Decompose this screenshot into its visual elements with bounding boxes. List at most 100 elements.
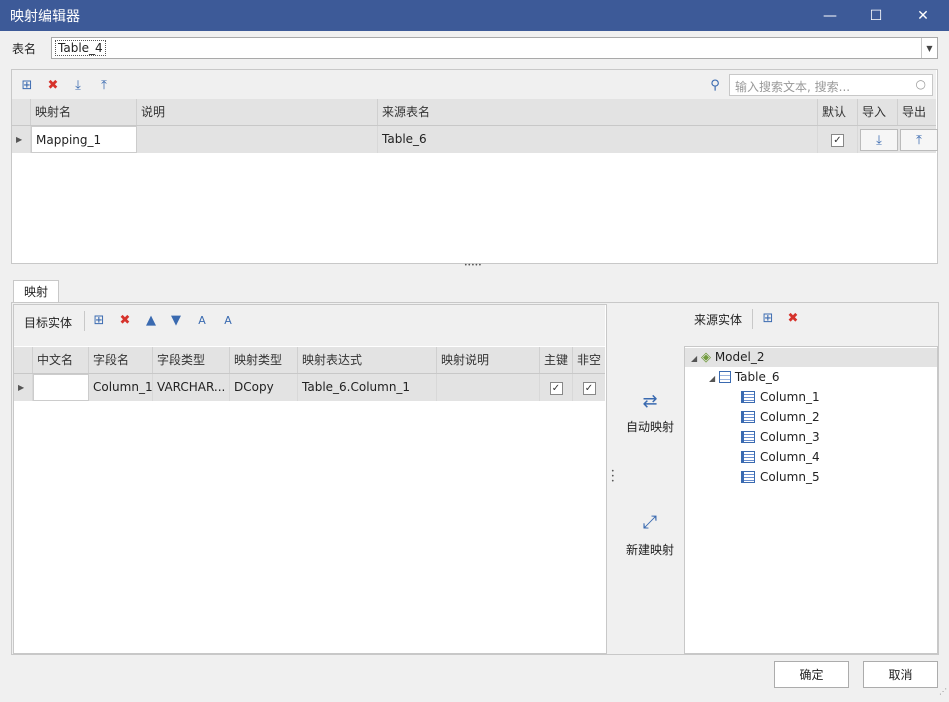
- add-field-icon[interactable]: ⊞: [90, 311, 108, 329]
- cell-mapping-name[interactable]: Mapping_1: [31, 126, 137, 153]
- toolbar-divider: [84, 311, 85, 331]
- header-map-desc[interactable]: 映射说明: [437, 347, 540, 373]
- cell-default[interactable]: ✓: [818, 126, 858, 153]
- header-map-type[interactable]: 映射类型: [230, 347, 298, 373]
- close-icon[interactable]: ✕: [900, 0, 946, 31]
- header-field-name[interactable]: 字段名: [89, 347, 153, 373]
- minimize-icon[interactable]: —: [807, 0, 853, 31]
- column-icon: [741, 391, 755, 403]
- tree-expand-icon[interactable]: ◢: [709, 374, 715, 383]
- cancel-button[interactable]: 取消: [863, 661, 938, 688]
- header-source-table[interactable]: 来源表名: [378, 99, 818, 125]
- ok-button[interactable]: 确定: [774, 661, 849, 688]
- model-cube-icon: ◈: [700, 350, 711, 365]
- table-row[interactable]: ▶ Column_1 VARCHAR... DCopy Table_6.Colu…: [14, 374, 605, 401]
- row-export-button[interactable]: ⤒: [900, 129, 938, 151]
- splitter-handle[interactable]: •••••: [464, 262, 482, 269]
- chevron-down-icon[interactable]: ▼: [921, 38, 937, 58]
- cell-not-null[interactable]: ✓: [573, 374, 605, 401]
- table-name-label: 表名: [12, 42, 37, 56]
- header-map-expr[interactable]: 映射表达式: [298, 347, 437, 373]
- delete-field-icon[interactable]: ✖: [116, 311, 134, 329]
- tree-item-column[interactable]: Column_1: [741, 390, 820, 404]
- vertical-splitter-handle[interactable]: • • •: [611, 469, 615, 485]
- row-indicator-header: [12, 99, 31, 125]
- column-label: Column_3: [760, 430, 820, 444]
- name-to-field-icon[interactable]: A: [219, 311, 237, 329]
- header-field-type[interactable]: 字段类型: [153, 347, 230, 373]
- tree-expand-icon[interactable]: ◢: [691, 354, 697, 363]
- header-import[interactable]: 导入: [858, 99, 898, 125]
- header-mapping-name[interactable]: 映射名: [31, 99, 137, 125]
- cell-description[interactable]: [137, 126, 378, 153]
- search-icon[interactable]: ○: [916, 77, 926, 91]
- search-input[interactable]: 输入搜索文本, 搜索... ○: [729, 74, 933, 96]
- auto-map-button[interactable]: ⇄ 自动映射: [625, 390, 675, 435]
- tree-item-column[interactable]: Column_4: [741, 450, 820, 464]
- maximize-icon[interactable]: ☐: [853, 0, 899, 31]
- table-icon: [718, 371, 731, 383]
- toolbar-divider: [752, 309, 753, 329]
- tree-item-column[interactable]: Column_3: [741, 430, 820, 444]
- column-label: Column_1: [760, 390, 820, 404]
- header-description[interactable]: 说明: [137, 99, 378, 125]
- table-name-value: Table_4: [55, 40, 106, 56]
- mapping-grid-header: 映射名 说明 来源表名 默认 导入 导出: [12, 99, 936, 126]
- source-tree: ◢ ◈ Model_2 ◢ Table_6 Column_1 Column_2 …: [684, 346, 938, 654]
- cell-field-type[interactable]: VARCHAR...: [153, 374, 230, 401]
- add-source-icon[interactable]: ⊞: [759, 309, 777, 327]
- column-label: Column_4: [760, 450, 820, 464]
- source-entity-label: 来源实体: [694, 313, 743, 327]
- header-export[interactable]: 导出: [898, 99, 936, 125]
- move-up-icon[interactable]: ▲: [142, 311, 160, 329]
- tree-item-column[interactable]: Column_2: [741, 410, 820, 424]
- window-title: 映射编辑器: [10, 9, 80, 25]
- target-grid-header: 中文名 字段名 字段类型 映射类型 映射表达式 映射说明 主键 非空: [14, 347, 605, 374]
- primary-key-checkbox[interactable]: ✓: [549, 382, 563, 395]
- target-entity-label: 目标实体: [24, 316, 73, 330]
- remove-source-icon[interactable]: ✖: [784, 309, 802, 327]
- header-primary-key[interactable]: 主键: [540, 347, 573, 373]
- cell-source-table[interactable]: Table_6: [378, 126, 818, 153]
- tree-item-model[interactable]: ◢ ◈ Model_2: [691, 350, 764, 365]
- header-not-null[interactable]: 非空: [573, 347, 605, 373]
- import-icon[interactable]: ⤓: [69, 76, 87, 94]
- cell-map-type[interactable]: DCopy: [230, 374, 298, 401]
- cell-map-desc[interactable]: [437, 374, 540, 401]
- delete-mapping-icon[interactable]: ✖: [44, 76, 62, 94]
- new-map-button[interactable]: ⤢ 新建映射: [625, 511, 675, 558]
- row-selector-icon[interactable]: ▶: [14, 374, 33, 401]
- table-row[interactable]: ▶ Mapping_1 Table_6 ✓ ⤓ ⤒: [12, 126, 938, 153]
- cell-cn-name[interactable]: [33, 374, 89, 401]
- tree-item-table[interactable]: ◢ Table_6: [709, 370, 779, 384]
- cell-map-expr[interactable]: Table_6.Column_1: [298, 374, 437, 401]
- row-import-button[interactable]: ⤓: [860, 129, 898, 151]
- tab-mapping[interactable]: 映射: [13, 280, 59, 304]
- auto-map-label: 自动映射: [625, 420, 674, 434]
- resize-grip-icon[interactable]: ⋰: [939, 688, 947, 696]
- not-null-checkbox[interactable]: ✓: [582, 382, 596, 395]
- move-down-icon[interactable]: ▼: [167, 311, 185, 329]
- row-selector-icon[interactable]: ▶: [12, 126, 31, 153]
- header-default[interactable]: 默认: [818, 99, 858, 125]
- new-map-label: 新建映射: [625, 543, 674, 557]
- tree-item-column[interactable]: Column_5: [741, 470, 820, 484]
- model-label: Model_2: [714, 350, 765, 364]
- column-icon: [741, 431, 755, 443]
- table-name-combo[interactable]: Table_4 ▼: [51, 37, 938, 59]
- add-mapping-icon[interactable]: ⊞: [18, 76, 36, 94]
- title-bar: 映射编辑器 — ☐ ✕: [0, 0, 949, 31]
- column-icon: [741, 451, 755, 463]
- export-icon[interactable]: ⤒: [95, 76, 113, 94]
- table-label: Table_6: [734, 370, 780, 384]
- new-map-icon: ⤢: [642, 512, 658, 533]
- binoculars-icon[interactable]: ⚲: [706, 76, 724, 94]
- header-cn-name[interactable]: 中文名: [33, 347, 89, 373]
- column-icon: [741, 471, 755, 483]
- column-icon: [741, 411, 755, 423]
- default-checkbox[interactable]: ✓: [831, 134, 844, 147]
- search-placeholder: 输入搜索文本, 搜索...: [735, 80, 851, 94]
- cell-field-name[interactable]: Column_1: [89, 374, 153, 401]
- cell-primary-key[interactable]: ✓: [540, 374, 573, 401]
- field-to-name-icon[interactable]: A: [193, 311, 211, 329]
